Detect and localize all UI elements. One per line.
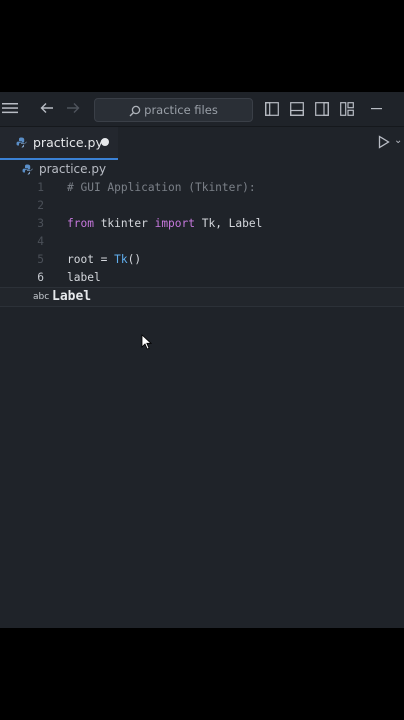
unsaved-dot-icon[interactable] bbox=[101, 138, 109, 146]
line-number: 4 bbox=[37, 235, 44, 248]
suggestion-label: Label bbox=[52, 289, 92, 304]
run-icon[interactable] bbox=[378, 135, 390, 149]
line-number: 3 bbox=[37, 217, 44, 230]
python-file-icon bbox=[22, 164, 33, 175]
line-number: 2 bbox=[37, 199, 44, 212]
title-bar: practice files bbox=[0, 92, 404, 127]
line-number: 6 bbox=[37, 271, 44, 284]
keyword-token: from bbox=[67, 217, 94, 230]
code-text: label bbox=[67, 271, 101, 284]
code-token: tkinter bbox=[93, 217, 155, 230]
search-icon bbox=[129, 105, 141, 117]
search-input[interactable]: practice files bbox=[94, 98, 253, 122]
keyword-token: import bbox=[154, 217, 195, 230]
minimize-icon[interactable] bbox=[371, 108, 382, 110]
code-line[interactable]: 4 bbox=[0, 233, 404, 251]
tab-practice-py[interactable]: practice.py bbox=[0, 127, 118, 160]
toggle-primary-sidebar-icon[interactable] bbox=[265, 102, 279, 116]
breadcrumb-file: practice.py bbox=[39, 162, 107, 176]
code-text: from tkinter import Tk, Label bbox=[67, 215, 262, 233]
code-token: Tk, Label bbox=[195, 217, 263, 230]
editor-window: practice files practice.py ⌄ practice.py… bbox=[0, 92, 404, 628]
code-line[interactable]: 5 root = Tk() bbox=[0, 251, 404, 269]
back-arrow-icon[interactable] bbox=[40, 92, 54, 126]
tab-label: practice.py bbox=[33, 135, 103, 150]
line-number: 1 bbox=[37, 181, 44, 194]
function-token: Tk bbox=[114, 253, 128, 266]
code-line[interactable]: 3 from tkinter import Tk, Label bbox=[0, 215, 404, 233]
python-file-icon bbox=[16, 137, 27, 148]
text-kind-icon: abc bbox=[33, 292, 50, 302]
toggle-panel-icon[interactable] bbox=[290, 102, 304, 116]
line-number: 5 bbox=[37, 253, 44, 266]
autocomplete-suggestion[interactable]: abc Label bbox=[0, 287, 404, 307]
code-token: root = bbox=[67, 253, 115, 266]
code-text: root = Tk() bbox=[67, 251, 141, 269]
code-line[interactable]: 2 bbox=[0, 197, 404, 215]
chevron-down-icon[interactable]: ⌄ bbox=[394, 135, 402, 146]
customize-layout-icon[interactable] bbox=[340, 102, 354, 116]
forward-arrow-icon[interactable] bbox=[66, 92, 80, 126]
code-line[interactable]: 1 # GUI Application (Tkinter): bbox=[0, 179, 404, 197]
menu-icon[interactable] bbox=[2, 92, 18, 126]
code-token: () bbox=[127, 253, 142, 266]
tab-bar: practice.py ⌄ bbox=[0, 127, 404, 160]
mouse-cursor-icon bbox=[141, 334, 152, 350]
code-text: # GUI Application (Tkinter): bbox=[67, 181, 256, 194]
search-placeholder: practice files bbox=[144, 103, 218, 117]
toggle-secondary-sidebar-icon[interactable] bbox=[315, 102, 329, 116]
code-line-active[interactable]: 6 label bbox=[0, 269, 404, 287]
